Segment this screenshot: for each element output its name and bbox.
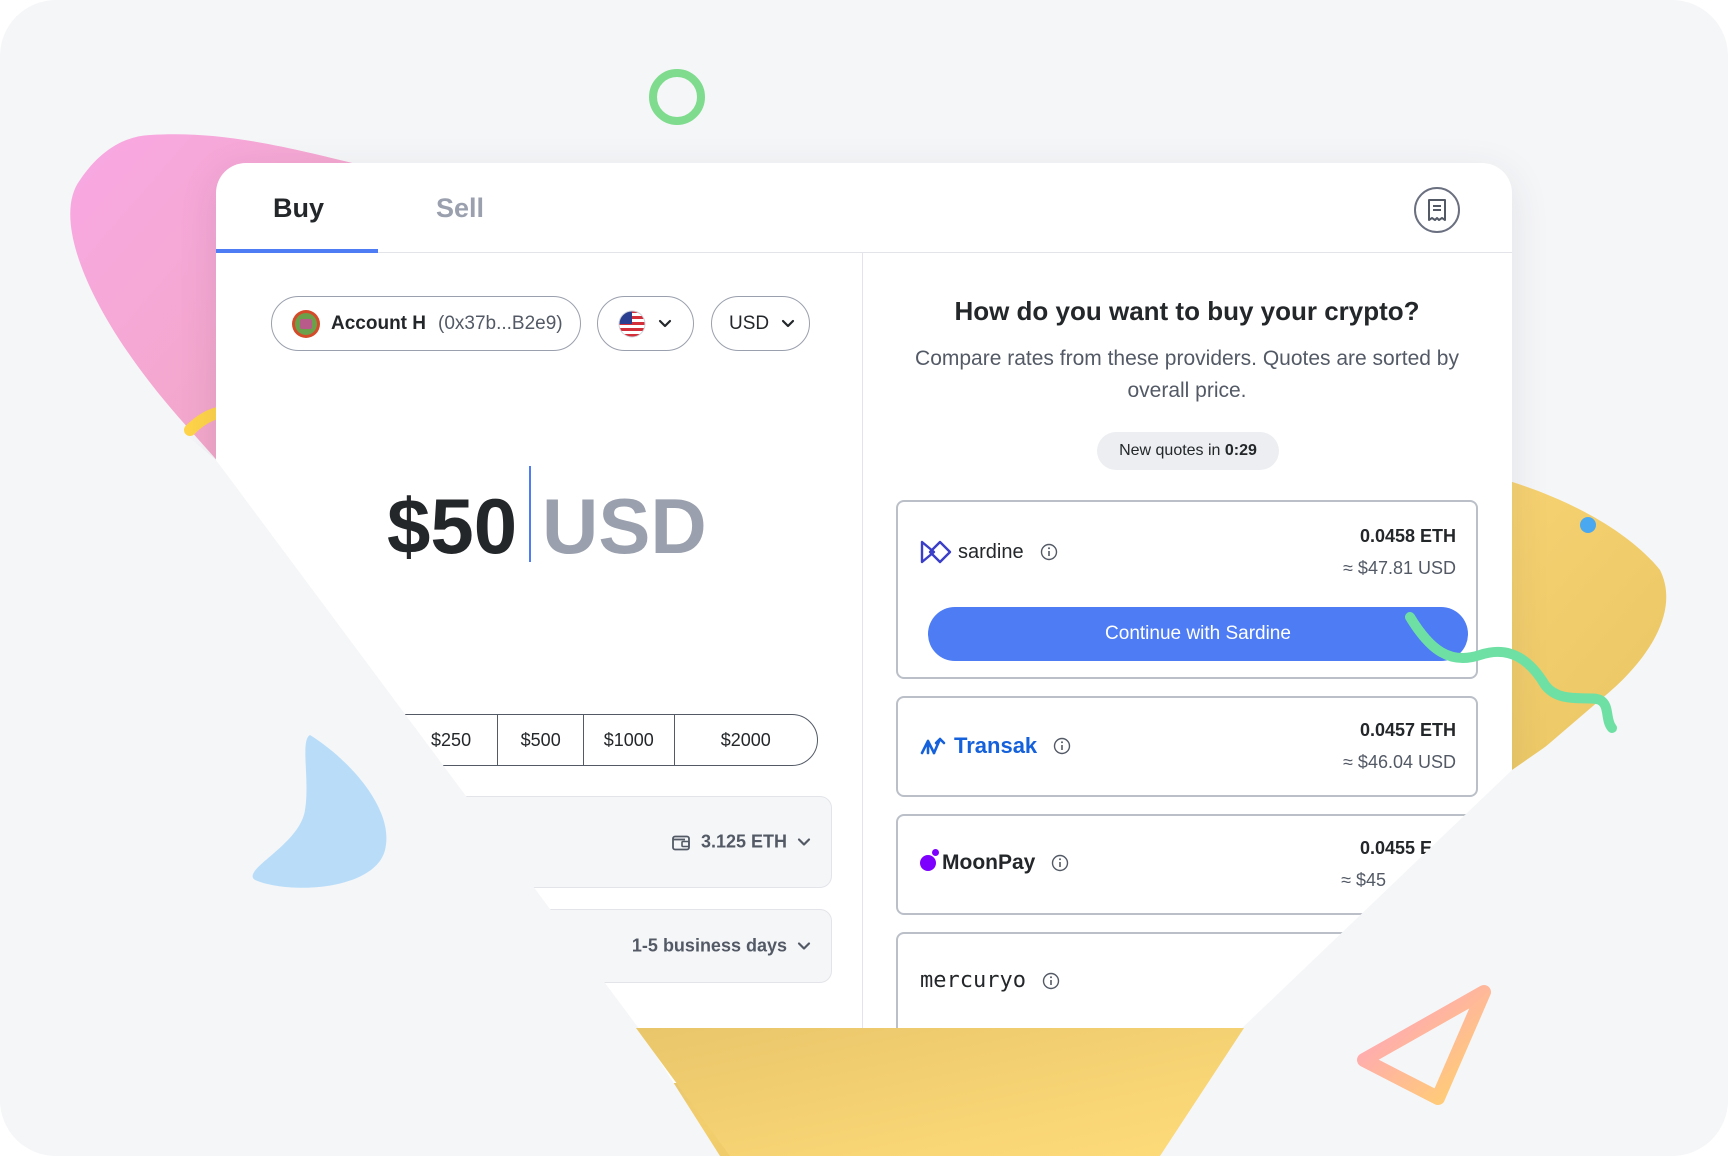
provider-name: mercuryo xyxy=(920,968,1026,993)
info-icon[interactable] xyxy=(1053,737,1071,755)
us-flag-icon xyxy=(618,310,646,337)
quick-amount-group: $250 $500 $1000 $2000 xyxy=(344,714,818,766)
payment-balance: 3.125 ETH xyxy=(671,832,811,853)
quick-amount-button-partial[interactable] xyxy=(345,715,405,765)
info-icon[interactable] xyxy=(1042,972,1060,990)
delivery-speed: 1-5 business days xyxy=(632,936,811,957)
quote-usd-amount: ≈ $45 xyxy=(1341,870,1386,890)
quote-eth-amount: 0.0457 ETH xyxy=(1359,720,1456,740)
quote-eth-amount: 0.0458 ETH xyxy=(1359,526,1456,546)
provider-logo: Transak xyxy=(920,733,1071,759)
provider-name: sardine xyxy=(958,540,1024,563)
quick-amount-button[interactable]: $1000 xyxy=(584,715,675,765)
sardine-logo-icon xyxy=(920,540,952,564)
quote-timer-badge: New quotes in 0:29 xyxy=(1097,432,1279,470)
active-tab-indicator xyxy=(216,249,378,253)
account-address: (0x37b...B2e9) xyxy=(438,312,563,334)
tab-buy[interactable]: Buy xyxy=(273,193,324,224)
provider-logo: mercuryo xyxy=(920,968,1060,993)
account-selector[interactable]: Account H (0x37b...B2e9) xyxy=(271,296,581,351)
payment-balance-text: 3.125 ETH xyxy=(700,831,787,852)
chevron-down-icon xyxy=(658,319,672,327)
tab-sell[interactable]: Sell xyxy=(436,193,484,224)
currency-selector[interactable]: USD xyxy=(711,296,810,351)
info-icon[interactable] xyxy=(1051,854,1069,872)
wallet-icon xyxy=(672,835,690,850)
quick-amount-button[interactable]: $2000 xyxy=(675,715,817,765)
account-name: Account H xyxy=(331,312,426,334)
provider-logo: MoonPay xyxy=(920,849,1069,875)
quick-amount-button[interactable]: $250 xyxy=(405,715,499,765)
ramp-card: Buy Sell Account H (0x37b...B2e9) USD $5… xyxy=(216,163,1512,1083)
text-caret xyxy=(529,466,531,562)
quote-card-transak[interactable]: Transak 0.0457 ETH ≈ $46.04 USD xyxy=(896,696,1478,797)
quote-usd-amount: ≈ $46.04 USD xyxy=(1343,752,1456,772)
tab-bar: Buy Sell xyxy=(216,163,1512,253)
provider-logo: sardine xyxy=(920,539,1058,565)
payment-method-field[interactable]: 3.125 ETH xyxy=(316,796,832,888)
blue-dot-shape xyxy=(1580,517,1596,533)
quote-card-moonpay[interactable]: MoonPay 0.0455 E ≈ $45 xyxy=(896,814,1478,915)
panel-divider xyxy=(862,253,863,1083)
providers-subtitle: Compare rates from these providers. Quot… xyxy=(915,347,1459,402)
timer-value: 0:29 xyxy=(1224,442,1257,459)
stage: Buy Sell Account H (0x37b...B2e9) USD $5… xyxy=(0,0,1728,1156)
providers-title: How do you want to buy your crypto? xyxy=(954,296,1420,326)
moonpay-logo-icon xyxy=(920,849,939,871)
quote-usd-amount: ≈ $47.81 USD xyxy=(1343,558,1456,578)
chevron-down-icon xyxy=(797,837,811,846)
amount-value: $50 xyxy=(387,482,518,570)
provider-name: Transak xyxy=(954,733,1038,758)
delivery-speed-text: 1-5 business days xyxy=(631,935,787,956)
delivery-speed-field[interactable]: 1-5 business days xyxy=(316,909,832,983)
transak-logo-icon xyxy=(920,737,946,755)
info-icon[interactable] xyxy=(1040,543,1058,561)
chevron-down-icon xyxy=(797,941,811,950)
activity-button[interactable] xyxy=(1414,187,1460,233)
amount-input[interactable]: $50 USD xyxy=(216,466,862,581)
quick-amount-button[interactable]: $500 xyxy=(498,715,584,765)
chevron-down-icon xyxy=(782,319,795,327)
amount-unit: USD xyxy=(542,482,707,570)
quote-card-sardine[interactable]: sardine 0.0458 ETH ≈ $47.81 USD Continue… xyxy=(896,500,1478,679)
currency-label: USD xyxy=(729,312,770,334)
quote-eth-amount: 0.0455 E xyxy=(1359,838,1432,858)
receipt-icon xyxy=(1428,199,1446,221)
continue-with-sardine-button[interactable]: Continue with Sardine xyxy=(928,607,1468,661)
region-selector[interactable] xyxy=(597,296,694,351)
green-ring-shape xyxy=(649,69,705,125)
avatar xyxy=(292,309,320,338)
provider-name: MoonPay xyxy=(942,851,1036,874)
timer-prefix: New quotes in xyxy=(1119,442,1221,459)
quote-card-mercuryo[interactable]: mercuryo xyxy=(896,932,1478,1042)
